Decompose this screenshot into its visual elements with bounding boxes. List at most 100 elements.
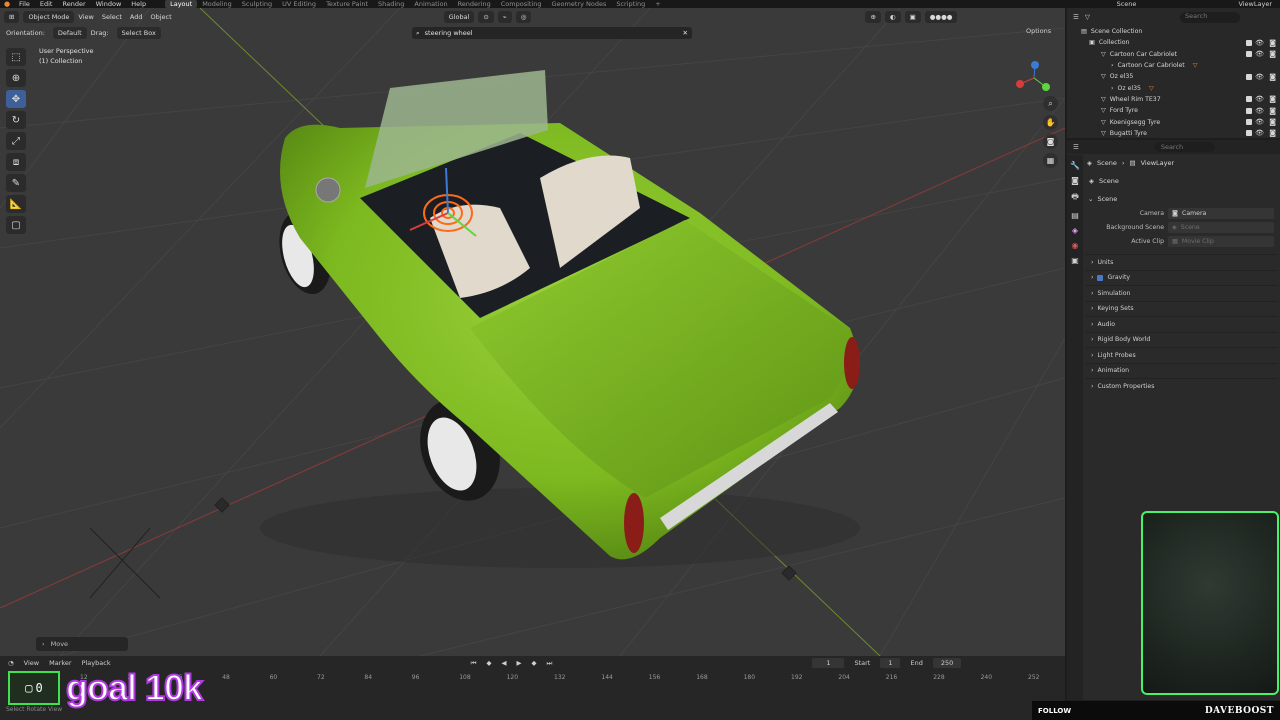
camera-view-icon[interactable]: ◙ <box>1043 134 1058 149</box>
workspace-tab-compositing[interactable]: Compositing <box>496 0 547 8</box>
view-layer-tab-icon[interactable]: ▤ <box>1071 211 1079 220</box>
shading-modes-button[interactable]: ●●●● <box>924 11 958 23</box>
workspace-tab-texture-paint[interactable]: Texture Paint <box>321 0 373 8</box>
timeline-menu-marker[interactable]: Marker <box>49 659 71 667</box>
scene-selector[interactable]: Scene <box>1117 0 1137 8</box>
camera-field[interactable]: ◙ Camera <box>1168 207 1274 219</box>
filter-icon[interactable]: ▽ <box>1085 13 1090 21</box>
outliner-editor-icon[interactable]: ☰ <box>1073 13 1079 21</box>
eye-icon[interactable]: 👁 <box>1255 129 1264 137</box>
rotate-tool-icon[interactable]: ↻ <box>6 111 26 129</box>
jump-end-icon[interactable]: ⏭ <box>546 659 552 668</box>
outliner-row[interactable]: ▽ Bugatti Tyre 👁 ◙ <box>1067 128 1280 139</box>
eye-icon[interactable]: 👁 <box>1255 118 1264 126</box>
eye-icon[interactable]: 👁 <box>1255 73 1264 81</box>
rigid-body-world-panel[interactable]: › Rigid Body World <box>1085 331 1278 348</box>
proportional-edit-button[interactable]: ◎ <box>515 11 532 23</box>
overlay-toggle-button[interactable]: ◐ <box>884 11 901 23</box>
scene-collection-row[interactable]: ▤ Scene Collection <box>1067 26 1280 37</box>
jump-start-icon[interactable]: ⏮ <box>471 659 477 668</box>
scene-tab-icon[interactable]: ◈ <box>1072 226 1078 235</box>
play-icon[interactable]: ▶ <box>516 659 521 667</box>
datablock-selector[interactable]: ◈ Scene <box>1085 173 1278 189</box>
render-camera-icon[interactable]: ◙ <box>1269 39 1276 47</box>
collection-tab-icon[interactable]: ▣ <box>1071 256 1079 265</box>
timeline-menu-view[interactable]: View <box>24 659 39 667</box>
workspace-tab-sculpting[interactable]: Sculpting <box>237 0 277 8</box>
viewport-menu-select[interactable]: Select <box>102 13 122 21</box>
viewport-menu-object[interactable]: Object <box>151 13 172 21</box>
orientation-dropdown[interactable]: Default <box>52 27 87 39</box>
view-layer-selector[interactable]: ViewLayer <box>1238 0 1272 8</box>
workspace-tab-rendering[interactable]: Rendering <box>453 0 496 8</box>
eye-icon[interactable]: 👁 <box>1255 39 1264 47</box>
clear-search-icon[interactable]: ✕ <box>683 29 688 37</box>
outliner-search[interactable]: Search <box>1180 11 1240 23</box>
exclude-checkbox[interactable] <box>1246 130 1252 137</box>
timeline-menu-playback[interactable]: Playback <box>82 659 111 667</box>
render-camera-icon[interactable]: ◙ <box>1269 73 1276 81</box>
background-scene-field[interactable]: ◈ Scene <box>1168 221 1274 233</box>
pivot-point-button[interactable]: ⊙ <box>478 11 494 23</box>
drag-dropdown[interactable]: Select Box <box>116 27 161 39</box>
next-keyframe-icon[interactable]: ◆ <box>531 659 536 667</box>
keying-sets-panel[interactable]: › Keying Sets <box>1085 300 1278 317</box>
menu-help[interactable]: Help <box>126 0 151 8</box>
render-camera-icon[interactable]: ◙ <box>1269 118 1276 126</box>
viewport-menu-view[interactable]: View <box>78 13 93 21</box>
eye-icon[interactable]: 👁 <box>1255 50 1264 58</box>
output-tab-icon[interactable]: 🖶 <box>1071 191 1079 205</box>
object-mode-dropdown[interactable]: Object Mode <box>23 11 75 23</box>
select-tool-icon[interactable]: ⬚ <box>6 48 26 66</box>
outliner-row[interactable]: ▽ Cartoon Car Cabriolet 👁 ◙ <box>1067 49 1280 60</box>
workspace-tab-animation[interactable]: Animation <box>409 0 452 8</box>
workspace-tab-uv-editing[interactable]: UV Editing <box>277 0 321 8</box>
animation-panel[interactable]: › Animation <box>1085 362 1278 379</box>
exclude-checkbox[interactable] <box>1246 73 1252 80</box>
audio-panel[interactable]: › Audio <box>1085 316 1278 332</box>
viewport-menu-add[interactable]: Add <box>130 13 143 21</box>
cursor-tool-icon[interactable]: ⊕ <box>6 69 26 87</box>
timeline-editor-icon[interactable]: ◔ <box>8 659 14 667</box>
eye-icon[interactable]: 👁 <box>1255 107 1264 115</box>
outliner-row[interactable]: ▽ Koenigsegg Tyre 👁 ◙ <box>1067 116 1280 127</box>
exclude-checkbox[interactable] <box>1246 51 1252 58</box>
workspace-tab-shading[interactable]: Shading <box>373 0 409 8</box>
exclude-checkbox[interactable] <box>1246 39 1252 46</box>
render-camera-icon[interactable]: ◙ <box>1269 107 1276 115</box>
outliner-row[interactable]: ▽ Wheel Rim TE37 👁 ◙ <box>1067 94 1280 105</box>
prev-keyframe-icon[interactable]: ◆ <box>486 659 491 667</box>
light-probes-panel[interactable]: › Light Probes <box>1085 347 1278 363</box>
workspace-tab-scripting[interactable]: Scripting <box>611 0 650 8</box>
custom-properties-panel[interactable]: › Custom Properties <box>1085 378 1278 394</box>
scale-tool-icon[interactable]: ⤢ <box>6 132 26 150</box>
workspace-tab-geometry-nodes[interactable]: Geometry Nodes <box>547 0 612 8</box>
xray-button[interactable]: ▣ <box>904 11 921 23</box>
options-dropdown[interactable]: Options <box>1026 27 1051 35</box>
gravity-panel[interactable]: › Gravity <box>1085 269 1278 286</box>
eye-icon[interactable]: 👁 <box>1255 95 1264 103</box>
gravity-checkbox[interactable] <box>1097 274 1104 281</box>
simulation-panel[interactable]: › Simulation <box>1085 285 1278 301</box>
play-reverse-icon[interactable]: ◀ <box>501 659 506 667</box>
world-tab-icon[interactable]: ◉ <box>1072 241 1079 250</box>
tool-tab-icon[interactable]: 🔧 <box>1070 161 1080 170</box>
properties-editor-icon[interactable]: ☰ <box>1073 143 1079 151</box>
transform-tool-icon[interactable]: ⧈ <box>6 153 26 171</box>
blender-logo-icon[interactable]: ● <box>0 0 14 8</box>
transform-orientation-dropdown[interactable]: Global <box>443 11 475 23</box>
workspace-tab-modeling[interactable]: Modeling <box>197 0 237 8</box>
exclude-checkbox[interactable] <box>1246 119 1252 126</box>
gizmo-toggle-button[interactable]: ⊕ <box>865 11 881 23</box>
pan-hand-icon[interactable]: ✋ <box>1043 115 1058 130</box>
exclude-checkbox[interactable] <box>1246 107 1252 114</box>
render-tab-icon[interactable]: ◙ <box>1071 176 1079 185</box>
ortho-grid-icon[interactable]: ▦ <box>1043 153 1058 168</box>
viewport-search-field[interactable]: ⌕ steering wheel ✕ <box>412 27 692 39</box>
menu-window[interactable]: Window <box>91 0 127 8</box>
snap-button[interactable]: ⌁ <box>497 11 512 23</box>
last-operator-panel[interactable]: › Move <box>36 637 128 651</box>
menu-file[interactable]: File <box>14 0 35 8</box>
render-camera-icon[interactable]: ◙ <box>1269 95 1276 103</box>
start-frame-field[interactable]: 1 <box>880 658 901 668</box>
